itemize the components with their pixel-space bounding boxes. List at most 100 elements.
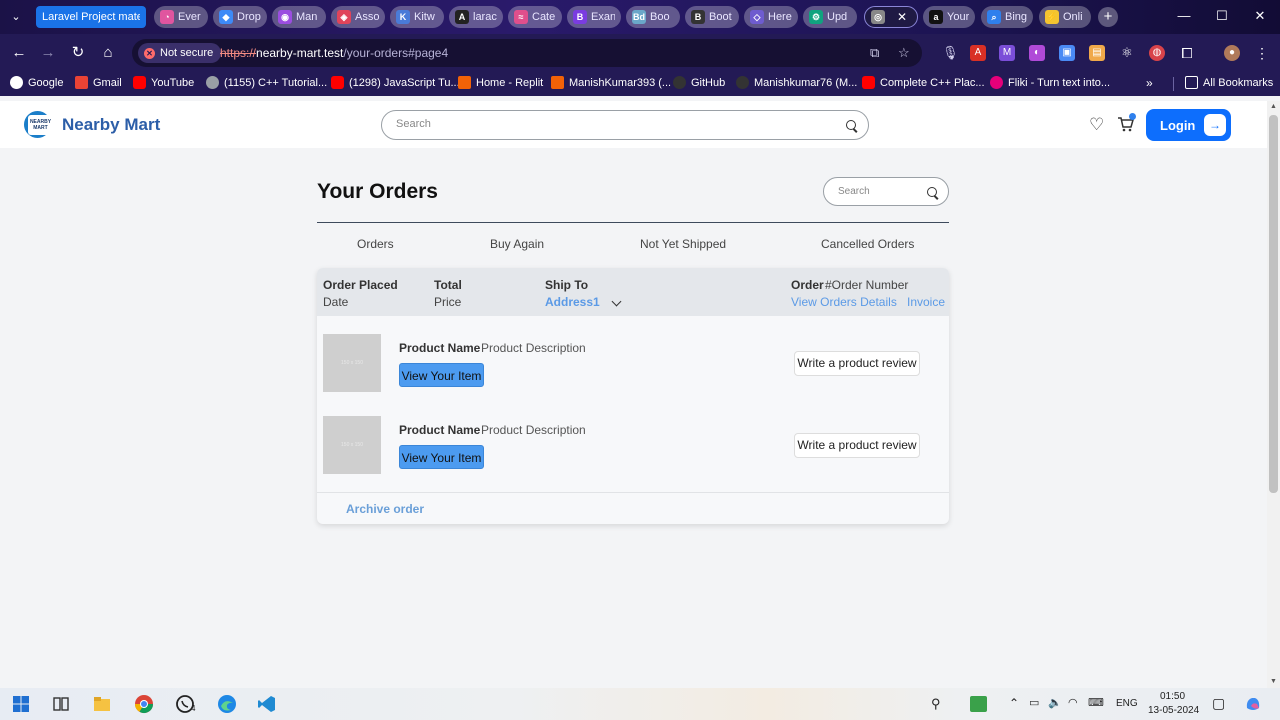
extension-icon[interactable]: ▣	[1059, 45, 1075, 61]
react-devtools-icon[interactable]: ⚛	[1119, 45, 1135, 61]
notifications-icon[interactable]: ▢	[1212, 695, 1225, 712]
bookmark-item[interactable]: Complete C++ Plac...	[862, 76, 985, 89]
file-explorer-icon[interactable]	[92, 694, 112, 714]
bookmark-item[interactable]: Manishkumar76 (M...	[736, 76, 857, 89]
tab-not-yet-shipped[interactable]: Not Yet Shipped	[640, 237, 726, 251]
chrome-icon[interactable]	[134, 694, 154, 714]
product-image[interactable]: 150 x 150	[323, 334, 381, 392]
site-security-chip[interactable]: ✕ Not secure	[138, 43, 222, 63]
bookmark-star-icon[interactable]: ☆	[898, 45, 910, 61]
extensions-puzzle-icon[interactable]: ⧠	[1179, 45, 1195, 61]
bookmark-item[interactable]: GitHub	[673, 76, 725, 89]
extension-icon[interactable]: ▤	[1089, 45, 1105, 61]
scroll-thumb[interactable]	[1269, 115, 1278, 493]
header-search-input[interactable]	[396, 118, 836, 130]
bookmark-item[interactable]: Gmail	[75, 76, 122, 89]
brand-logo[interactable]: NEARBY MART	[24, 111, 57, 138]
people-icon[interactable]: ⚲	[931, 696, 941, 712]
app-tray-icon[interactable]	[970, 696, 987, 712]
tab-search-dropdown-icon[interactable]: ⌄	[8, 9, 24, 25]
browser-tab[interactable]: ◔ Ever	[154, 6, 208, 28]
browser-tab[interactable]: K Kitw	[390, 6, 444, 28]
close-window-icon[interactable]: ✕	[1250, 8, 1270, 24]
task-view-icon[interactable]	[51, 694, 71, 714]
ship-to-address-link[interactable]: Address1	[545, 295, 600, 309]
archive-order-link[interactable]: Archive order	[346, 502, 424, 516]
clock-time[interactable]: 01:50	[1160, 691, 1185, 702]
volume-icon[interactable]: 🔈	[1048, 696, 1062, 709]
translate-icon[interactable]: ⧉	[870, 45, 879, 61]
browser-tab[interactable]: ◉ Man	[272, 6, 326, 28]
view-item-button[interactable]: View Your Item	[399, 363, 484, 387]
browser-tab-active[interactable]: ◎ ✕	[864, 6, 918, 28]
language-indicator[interactable]: ENG	[1116, 698, 1138, 709]
browser-tab[interactable]: B Exan	[567, 6, 621, 28]
bookmark-item[interactable]: Fliki - Turn text into...	[990, 76, 1110, 89]
back-icon[interactable]: ←	[10, 44, 28, 62]
reload-icon[interactable]: ↻	[69, 44, 87, 62]
windows-start-icon[interactable]	[11, 694, 31, 714]
more-bookmarks-icon[interactable]: »	[1146, 76, 1153, 90]
tab-orders[interactable]: Orders	[357, 237, 394, 251]
close-tab-icon[interactable]: ✕	[897, 10, 907, 24]
page-scrollbar[interactable]: ▲ ▼	[1267, 101, 1280, 688]
browser-tab[interactable]: A larac	[449, 6, 503, 28]
browser-tab[interactable]: ⚙ Upd	[803, 6, 857, 28]
edge-icon[interactable]	[217, 694, 237, 714]
battery-icon[interactable]: ▭	[1029, 696, 1039, 709]
pdf-extension-icon[interactable]: A	[970, 45, 986, 61]
copilot-icon[interactable]	[1243, 694, 1263, 714]
view-order-details-link[interactable]: View Orders Details	[791, 295, 897, 309]
write-review-button[interactable]: Write a product review	[794, 433, 920, 458]
browser-tab[interactable]: ◇ Here	[744, 6, 798, 28]
browser-tab[interactable]: a Your	[923, 6, 975, 28]
keyboard-icon[interactable]: ⌨	[1088, 696, 1104, 709]
bookmark-item[interactable]: (1155) C++ Tutorial...	[206, 76, 327, 89]
bookmark-item[interactable]: Home - Replit	[458, 76, 543, 89]
scroll-up-icon[interactable]: ▲	[1267, 101, 1280, 113]
browser-tab[interactable]: ◆ Drop	[213, 6, 267, 28]
browser-tab[interactable]: B Boot	[685, 6, 739, 28]
tab-buy-again[interactable]: Buy Again	[490, 237, 544, 251]
bookmark-item[interactable]: Google	[10, 76, 63, 89]
browser-tab[interactable]: ⚡ Onli	[1039, 6, 1091, 28]
view-item-button[interactable]: View Your Item	[399, 445, 484, 469]
orders-search-input[interactable]	[838, 186, 918, 197]
search-icon[interactable]	[846, 120, 858, 132]
scroll-down-icon[interactable]: ▼	[1267, 676, 1280, 688]
browser-menu-icon[interactable]: ⋮	[1254, 45, 1270, 61]
extension-icon[interactable]: ◍	[1149, 45, 1165, 61]
forward-icon[interactable]: →	[39, 44, 57, 62]
home-icon[interactable]: ⌂	[99, 44, 117, 62]
extension-icon[interactable]: ◐	[1029, 45, 1045, 61]
vscode-icon[interactable]	[257, 694, 277, 714]
bookmark-item[interactable]: (1298) JavaScript Tu...	[331, 76, 460, 89]
chevron-up-icon[interactable]: ⌃	[1009, 696, 1019, 710]
brand-name[interactable]: Nearby Mart	[62, 115, 160, 135]
bookmark-item[interactable]: YouTube	[133, 76, 194, 89]
extension-icon[interactable]: M	[999, 45, 1015, 61]
bookmark-item[interactable]: ManishKumar393 (...	[551, 76, 671, 89]
address-bar[interactable]: ✕ Not secure https://nearby-mart.test/yo…	[132, 39, 922, 67]
tab-cancelled-orders[interactable]: Cancelled Orders	[821, 237, 914, 251]
search-icon[interactable]	[927, 187, 939, 199]
product-image[interactable]: 150 x 150	[323, 416, 381, 474]
browser-tab[interactable]: Bd Boo	[626, 6, 680, 28]
write-review-button[interactable]: Write a product review	[794, 351, 920, 376]
login-button[interactable]: Login →	[1146, 109, 1231, 141]
wifi-icon[interactable]: ◠	[1068, 696, 1078, 709]
browser-tab[interactable]: Laravel Project materi	[36, 6, 146, 28]
minimize-icon[interactable]: —	[1174, 8, 1194, 23]
browser-tab[interactable]: ◈ Asso	[331, 6, 385, 28]
clock-date[interactable]: 13-05-2024	[1148, 705, 1199, 716]
wishlist-heart-icon[interactable]: ♡	[1089, 116, 1106, 133]
profile-avatar[interactable]: ●	[1224, 45, 1240, 61]
all-bookmarks[interactable]: All Bookmarks	[1185, 76, 1273, 89]
new-tab-button[interactable]: +	[1098, 7, 1118, 27]
browser-tab[interactable]: ⌕ Bing	[981, 6, 1033, 28]
browser-tab[interactable]: ≈ Cate	[508, 6, 562, 28]
maximize-icon[interactable]: ☐	[1212, 8, 1232, 24]
chevron-down-icon[interactable]	[611, 296, 622, 307]
microphone-icon[interactable]: 🎙	[942, 45, 959, 61]
invoice-link[interactable]: Invoice	[907, 295, 945, 309]
